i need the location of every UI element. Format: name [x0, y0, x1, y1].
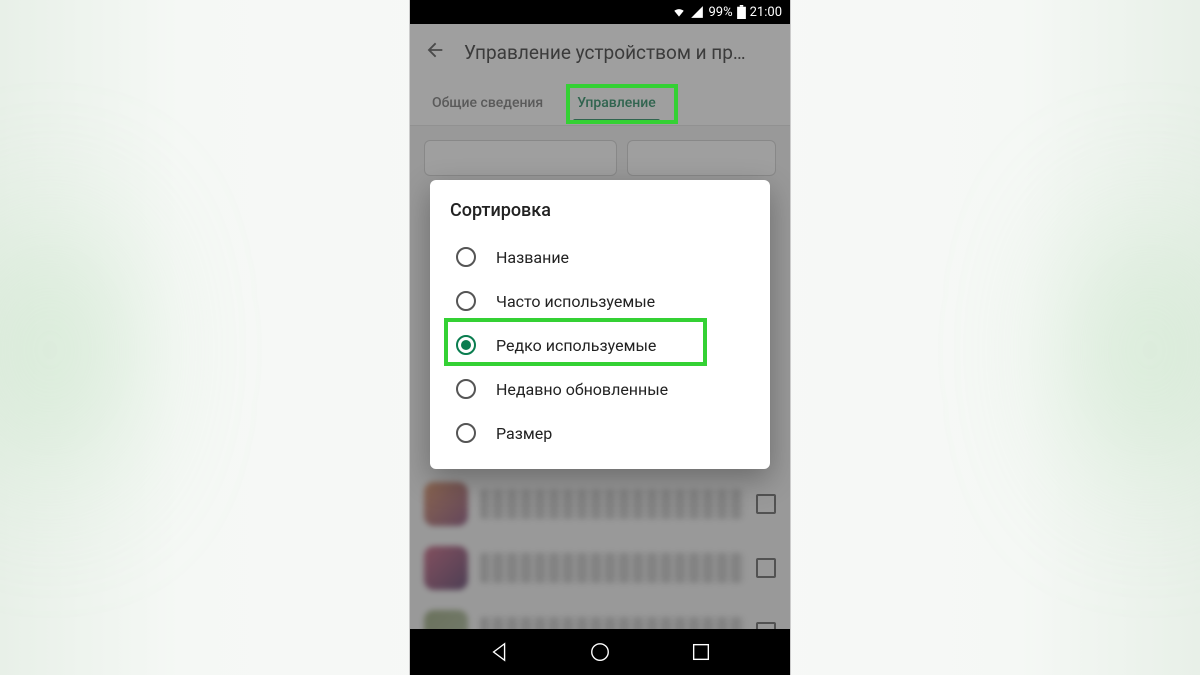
sort-option-rare[interactable]: Редко используемые — [448, 323, 752, 367]
signal-icon — [690, 5, 704, 19]
wifi-icon — [672, 5, 686, 19]
radio-label: Размер — [496, 424, 552, 443]
radio-icon — [456, 379, 476, 399]
nav-home-icon[interactable] — [589, 641, 611, 663]
radio-label: Часто используемые — [496, 292, 655, 311]
radio-icon — [456, 335, 476, 355]
sort-option-recent[interactable]: Недавно обновленные — [448, 367, 752, 411]
nav-bar — [410, 629, 790, 675]
radio-label: Недавно обновленные — [496, 380, 668, 399]
status-bar: 99% 21:00 — [410, 0, 790, 24]
sort-option-frequent[interactable]: Часто используемые — [448, 279, 752, 323]
radio-label: Редко используемые — [496, 336, 656, 355]
nav-recent-icon[interactable] — [690, 641, 712, 663]
battery-icon — [737, 5, 746, 19]
radio-icon — [456, 423, 476, 443]
background-blur — [1060, 100, 1200, 600]
nav-back-icon[interactable] — [489, 641, 511, 663]
sort-dialog: Сортировка Название Часто используемые Р… — [430, 180, 770, 469]
radio-icon — [456, 247, 476, 267]
clock: 21:00 — [750, 5, 782, 20]
background-blur — [0, 100, 140, 600]
sort-option-size[interactable]: Размер — [448, 411, 752, 455]
dialog-title: Сортировка — [448, 200, 752, 221]
radio-label: Название — [496, 248, 569, 267]
sort-option-name[interactable]: Название — [448, 235, 752, 279]
battery-percent: 99% — [708, 5, 732, 20]
radio-icon — [456, 291, 476, 311]
phone-screen: 99% 21:00 Управление устройством и пр… О… — [410, 0, 790, 675]
